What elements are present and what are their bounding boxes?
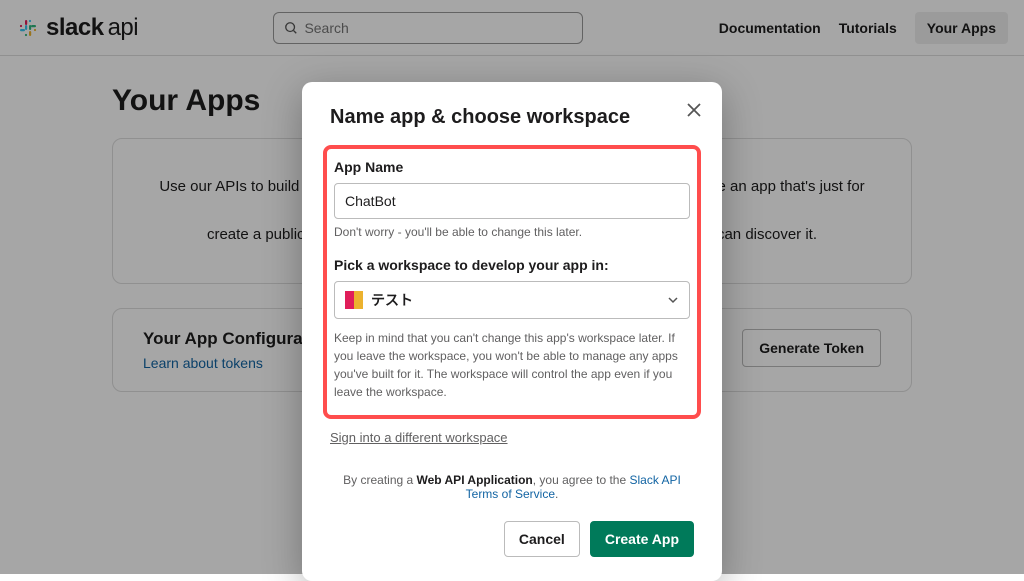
modal-title: Name app & choose workspace bbox=[330, 106, 694, 129]
app-name-label: App Name bbox=[334, 159, 690, 175]
app-name-helper: Don't worry - you'll be able to change t… bbox=[334, 225, 690, 239]
create-app-modal: Name app & choose workspace App Name Don… bbox=[302, 82, 722, 581]
create-app-button[interactable]: Create App bbox=[590, 521, 694, 557]
workspace-name: テスト bbox=[371, 290, 659, 310]
modal-overlay: Name app & choose workspace App Name Don… bbox=[0, 0, 1024, 574]
tos-suffix: . bbox=[555, 487, 558, 501]
highlighted-form-section: App Name Don't worry - you'll be able to… bbox=[323, 145, 701, 419]
workspace-icon bbox=[345, 291, 363, 309]
close-icon[interactable] bbox=[684, 100, 704, 120]
workspace-warning: Keep in mind that you can't change this … bbox=[334, 329, 690, 401]
modal-actions: Cancel Create App bbox=[330, 521, 694, 557]
workspace-label: Pick a workspace to develop your app in: bbox=[334, 257, 690, 273]
app-name-input[interactable] bbox=[334, 183, 690, 219]
workspace-dropdown[interactable]: テスト bbox=[334, 281, 690, 319]
tos-mid: , you agree to the bbox=[533, 473, 630, 487]
sign-in-different-workspace-link[interactable]: Sign into a different workspace bbox=[330, 430, 508, 445]
chevron-down-icon bbox=[667, 294, 679, 306]
tos-bold: Web API Application bbox=[417, 473, 533, 487]
cancel-button[interactable]: Cancel bbox=[504, 521, 580, 557]
tos-text: By creating a Web API Application, you a… bbox=[330, 473, 694, 501]
tos-prefix: By creating a bbox=[343, 473, 416, 487]
